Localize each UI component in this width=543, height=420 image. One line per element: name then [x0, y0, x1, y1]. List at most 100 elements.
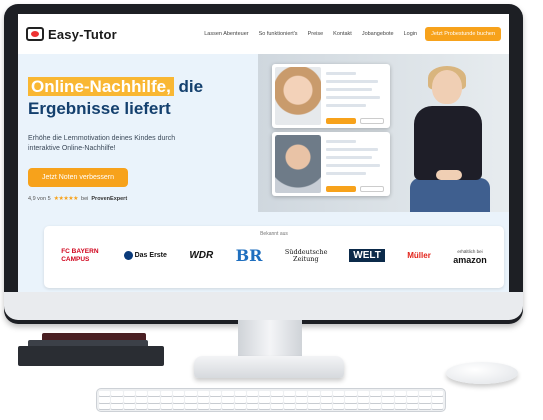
tutor-logo-icon: [26, 27, 44, 41]
key: [148, 403, 160, 409]
key: [111, 403, 123, 409]
wdr-logo: WDR: [189, 250, 214, 261]
key: [123, 403, 135, 409]
key: [271, 403, 283, 409]
key: [308, 403, 320, 409]
monitor-stand-neck: [238, 320, 302, 360]
hero-cta-button[interactable]: Jetzt Noten verbessern: [28, 168, 128, 187]
key: [222, 391, 234, 397]
form-line: [326, 72, 356, 75]
hero-headline: Online-Nachhilfe, die Ergebnisse liefert: [28, 76, 248, 120]
key: [431, 397, 443, 403]
key: [246, 391, 259, 397]
form-line: [326, 88, 372, 91]
key: [123, 397, 135, 403]
menu-item[interactable]: So funktioniert's: [259, 31, 298, 37]
key: [271, 391, 283, 397]
key: [160, 403, 172, 409]
menu-item[interactable]: Lassen Abenteuer: [204, 31, 248, 37]
provenexpert-logo[interactable]: ProvenExpert: [91, 196, 127, 202]
key: [209, 397, 222, 403]
key: [234, 397, 246, 403]
key: [111, 391, 123, 397]
das-erste-logo: Das Erste: [124, 251, 167, 260]
key: [271, 397, 283, 403]
key: [222, 403, 234, 409]
key: [382, 397, 394, 403]
hero-section: Online-Nachhilfe, die Ergebnisse liefert…: [18, 54, 509, 212]
key: [185, 403, 197, 409]
key: [296, 403, 308, 409]
main-menu: Lassen Abenteuer So funktioniert's Preis…: [204, 31, 417, 37]
br-logo: BR: [235, 246, 263, 265]
key: [357, 403, 370, 409]
key: [160, 391, 172, 397]
key: [394, 391, 407, 397]
card-secondary-button: [360, 118, 384, 124]
press-section: Bekannt aus FC BAYERN CAMPUS Das Erste W…: [18, 212, 509, 294]
key: [135, 397, 148, 403]
form-line: [326, 164, 380, 167]
menu-item[interactable]: Preise: [308, 31, 324, 37]
menu-item[interactable]: Jobangebote: [362, 31, 394, 37]
hero-image: [258, 54, 509, 212]
keyboard: [96, 388, 446, 412]
key: [320, 397, 333, 403]
key: [99, 391, 111, 397]
rating-label: bei: [81, 195, 89, 202]
key: [259, 391, 271, 397]
key: [209, 403, 222, 409]
key: [234, 391, 246, 397]
key: [283, 397, 296, 403]
key: [99, 403, 111, 409]
header-cta-button[interactable]: Jetzt Probestunde buchen: [425, 27, 501, 41]
key: [345, 397, 357, 403]
headline-line2: Ergebnisse liefert: [28, 99, 171, 118]
key: [185, 397, 197, 403]
book: [18, 346, 164, 366]
tutor-profile-card: [272, 64, 390, 128]
key: [172, 391, 185, 397]
key: [394, 403, 407, 409]
key: [296, 391, 308, 397]
key: [259, 397, 271, 403]
key: [333, 397, 345, 403]
key: [320, 391, 333, 397]
key: [345, 403, 357, 409]
key: [370, 397, 382, 403]
brand-name: Easy-Tutor: [48, 26, 117, 42]
key: [296, 397, 308, 403]
key: [185, 391, 197, 397]
menu-item[interactable]: Login: [404, 31, 417, 37]
tutor-photo: [275, 67, 321, 125]
key: [357, 397, 370, 403]
form-line: [326, 140, 356, 143]
key: [246, 397, 259, 403]
headline-rest: die: [173, 77, 204, 96]
key: [419, 397, 431, 403]
key: [111, 397, 123, 403]
key: [283, 403, 296, 409]
mueller-logo: Müller: [407, 251, 431, 260]
brand-logo[interactable]: Easy-Tutor: [26, 27, 117, 42]
key: [135, 403, 148, 409]
key: [407, 397, 419, 403]
key: [234, 403, 246, 409]
figure-body: [414, 106, 482, 180]
key: [320, 403, 333, 409]
amazon-logo: erhältlich bei amazon: [453, 247, 487, 265]
monitor: Easy-Tutor Lassen Abenteuer So funktioni…: [4, 4, 523, 324]
key: [333, 391, 345, 397]
key: [148, 397, 160, 403]
desk-scene: Easy-Tutor Lassen Abenteuer So funktioni…: [0, 0, 543, 420]
menu-item[interactable]: Kontakt: [333, 31, 352, 37]
card-primary-button: [326, 186, 356, 192]
key: [419, 391, 431, 397]
rating-row: 4,9 von 5 ★★★★★ bei ProvenExpert: [28, 195, 248, 203]
key: [370, 403, 382, 409]
key: [160, 397, 172, 403]
star-icons: ★★★★★: [53, 196, 79, 202]
key: [222, 397, 234, 403]
amazon-name: amazon: [453, 254, 487, 265]
press-logos-card: Bekannt aus FC BAYERN CAMPUS Das Erste W…: [44, 226, 504, 288]
